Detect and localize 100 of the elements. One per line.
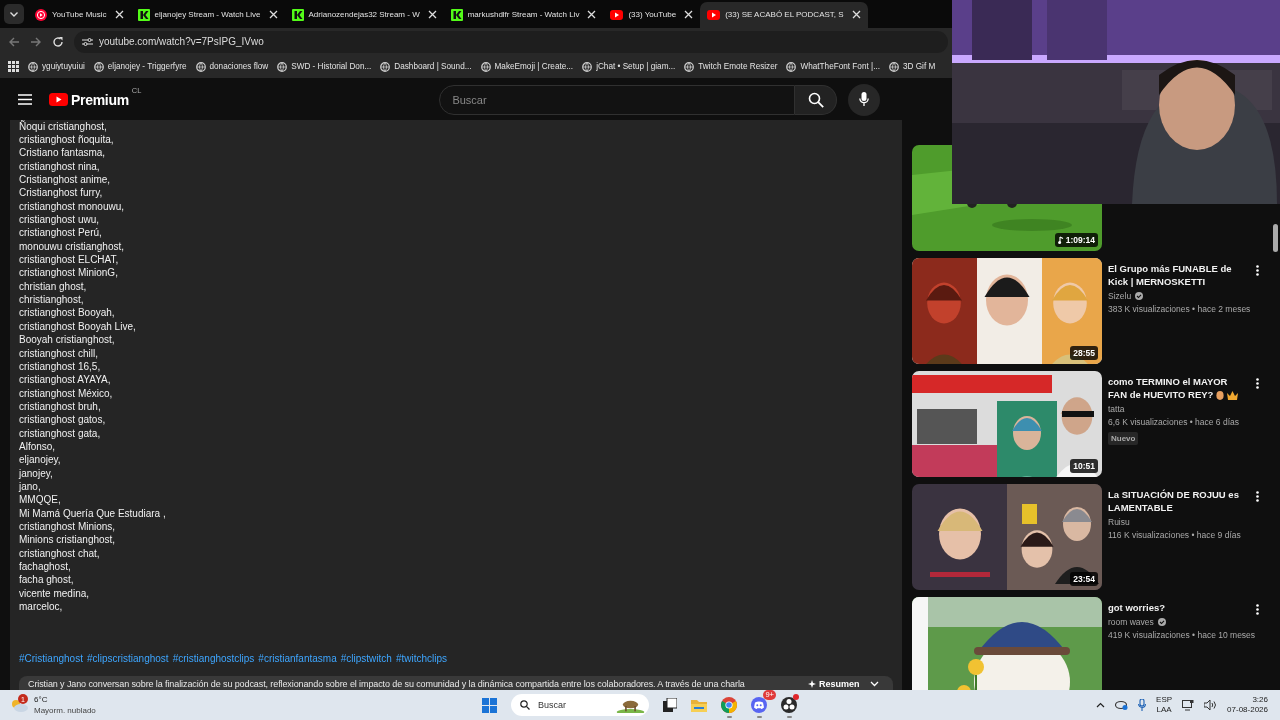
- taskbar-search-field[interactable]: Buscar: [511, 694, 649, 717]
- more-options-icon[interactable]: [1256, 264, 1259, 276]
- hashtag-link[interactable]: #cristianghostclips: [172, 653, 255, 665]
- browser-tab[interactable]: Adrianozendejas32 Stream - W: [284, 1, 444, 28]
- globe-icon: [93, 61, 104, 72]
- bookmark[interactable]: yguiytuyuiui: [28, 61, 85, 72]
- bookmark[interactable]: eljanojey - Triggerfyre: [93, 61, 187, 72]
- windows-start-icon[interactable]: [482, 697, 497, 713]
- hashtag-link[interactable]: #clipscristianghost: [86, 653, 169, 665]
- chrome-icon[interactable]: [721, 697, 737, 714]
- browser-tab[interactable]: YouTube Music: [28, 1, 131, 28]
- more-options-icon[interactable]: [1256, 490, 1259, 502]
- close-icon[interactable]: [268, 10, 278, 20]
- browser-tab[interactable]: eljanojey Stream - Watch Live: [130, 1, 285, 28]
- search-input[interactable]: Buscar: [450, 92, 795, 107]
- close-icon[interactable]: [114, 10, 124, 20]
- cloud-icon[interactable]: [1115, 700, 1129, 711]
- video-meta: 383 K visualizaciones • hace 2 meses: [1108, 302, 1251, 316]
- new-badge: Nuevo: [1108, 431, 1139, 445]
- browser-tab[interactable]: (33) SE ACABÓ EL PODCAST, S: [700, 1, 868, 28]
- description-line: christianghost,: [19, 293, 84, 307]
- folder-icon[interactable]: [691, 698, 707, 712]
- close-icon[interactable]: [587, 10, 597, 20]
- description-line: cristianghost ñoquita,: [19, 133, 114, 147]
- channel-name[interactable]: tatta: [1108, 402, 1125, 416]
- search-icon: [807, 91, 824, 108]
- description-line: Minions cristianghost,: [19, 533, 116, 547]
- globe-icon: [684, 61, 695, 72]
- description-line: MMQQE,: [19, 493, 61, 507]
- volume-icon[interactable]: [1204, 700, 1218, 711]
- scrollbar-thumb[interactable]: [1273, 223, 1278, 252]
- address-bar[interactable]: youtube.com/watch?v=7PsIPG_IVwo: [74, 30, 948, 53]
- apps-grid-icon[interactable]: [8, 61, 19, 73]
- search-button[interactable]: [795, 84, 838, 115]
- task-view-icon[interactable]: [663, 698, 677, 713]
- language-indicator[interactable]: ESP LAA: [1156, 695, 1173, 716]
- more-options-icon[interactable]: [1256, 603, 1259, 615]
- globe-icon: [786, 61, 797, 72]
- hashtag-link[interactable]: #cristianfantasma: [258, 653, 337, 665]
- close-icon[interactable]: [851, 10, 861, 20]
- video-meta: 6,6 K visualizaciones • hace 6 días: [1108, 415, 1240, 429]
- channel-name[interactable]: room waves: [1108, 615, 1154, 629]
- description-line: cristianghost gatos,: [19, 413, 106, 427]
- hashtag-link[interactable]: #clipstwitch: [340, 653, 392, 665]
- hashtag-link[interactable]: #Cristianghost: [19, 653, 83, 665]
- description-line: cristianghost Minions,: [19, 520, 116, 534]
- menu-icon[interactable]: [18, 94, 32, 106]
- k-logo-icon: [291, 8, 304, 21]
- bookmark[interactable]: 3D Gif M: [888, 61, 936, 72]
- hashtag-link[interactable]: #twitchclips: [395, 653, 447, 665]
- egg-icon: [1216, 390, 1225, 401]
- microphone-icon[interactable]: [1138, 699, 1147, 712]
- bookmark[interactable]: Twitch Emote Resizer: [684, 61, 778, 72]
- sparkle-icon: [808, 680, 816, 689]
- forward-arrow-icon[interactable]: [30, 35, 42, 48]
- more-options-icon[interactable]: [1256, 377, 1259, 389]
- channel-name[interactable]: Sizelu: [1108, 289, 1132, 303]
- video-title[interactable]: La SITUACIÓN DE ROJUU es LAMENTABLE: [1108, 487, 1246, 514]
- clock[interactable]: 3:26 07-08-2026: [1227, 695, 1268, 716]
- bookmark[interactable]: Dashboard | Sound...: [380, 61, 472, 72]
- music-app-icon: [35, 8, 47, 21]
- play-logo-icon: [49, 93, 68, 107]
- chevron-down-icon[interactable]: [869, 681, 879, 688]
- description-line: cristianghost monouwu,: [19, 199, 125, 214]
- description-line: marceloc,: [19, 600, 63, 614]
- search-icon: [520, 700, 530, 711]
- search-field[interactable]: Buscar: [439, 84, 796, 115]
- description-line: Cristiano fantasma,: [19, 146, 106, 160]
- game-controller-icon[interactable]: [751, 697, 767, 714]
- video-title[interactable]: El Grupo más FUNABLE de Kick | MERNOSKETTI: [1108, 261, 1246, 288]
- description-line: cristianghost chat,: [19, 546, 100, 560]
- bookmark[interactable]: jChat • Setup | giam...: [582, 61, 676, 72]
- close-icon[interactable]: [684, 10, 694, 20]
- bookmark[interactable]: SWD - Historial Don...: [277, 61, 372, 72]
- browser-tab[interactable]: markushdlfr Stream - Watch Liv: [443, 1, 604, 28]
- summary-text: Cristian y Jano conversan sobre la finalización de su podcast, reflexionando sobre el impacto de su comunidad y la dinámica compartida entre los colaboradores. A través de una charla: [28, 679, 746, 690]
- bookmark[interactable]: WhatTheFont Font |...: [786, 61, 880, 72]
- browser-tab[interactable]: (33) YouTube: [603, 1, 701, 28]
- record-app-icon[interactable]: [781, 697, 797, 714]
- close-icon[interactable]: [427, 10, 437, 20]
- description-line: Booyah cristianghost,: [19, 333, 115, 347]
- search-input[interactable]: Buscar: [536, 699, 610, 712]
- bookmark[interactable]: MakeEmoji | Create...: [480, 61, 574, 72]
- description-line: cristianghost Perú,: [19, 226, 102, 240]
- network-icon[interactable]: [1182, 699, 1195, 711]
- description-line: Cristianghost furry,: [19, 186, 103, 200]
- summary-button[interactable]: Resumen: [808, 679, 860, 690]
- voice-search-button[interactable]: [848, 83, 881, 116]
- chevron-up-icon[interactable]: [1096, 702, 1106, 709]
- description-line: cristianghost MinionG,: [19, 266, 118, 280]
- back-arrow-icon[interactable]: [8, 35, 20, 48]
- description-line: janojey,: [19, 466, 53, 480]
- bookmark[interactable]: donaciones flow: [195, 61, 269, 72]
- reload-icon[interactable]: [52, 35, 64, 48]
- video-title[interactable]: como TERMINO el MAYOR FAN de HUEVITO REY?: [1108, 374, 1246, 401]
- globe-icon: [380, 61, 391, 72]
- tab-list-icon[interactable]: [4, 3, 24, 24]
- channel-name[interactable]: Ruisu: [1108, 515, 1130, 529]
- site-settings-icon[interactable]: [82, 36, 93, 47]
- video-title[interactable]: got worries?: [1108, 600, 1165, 614]
